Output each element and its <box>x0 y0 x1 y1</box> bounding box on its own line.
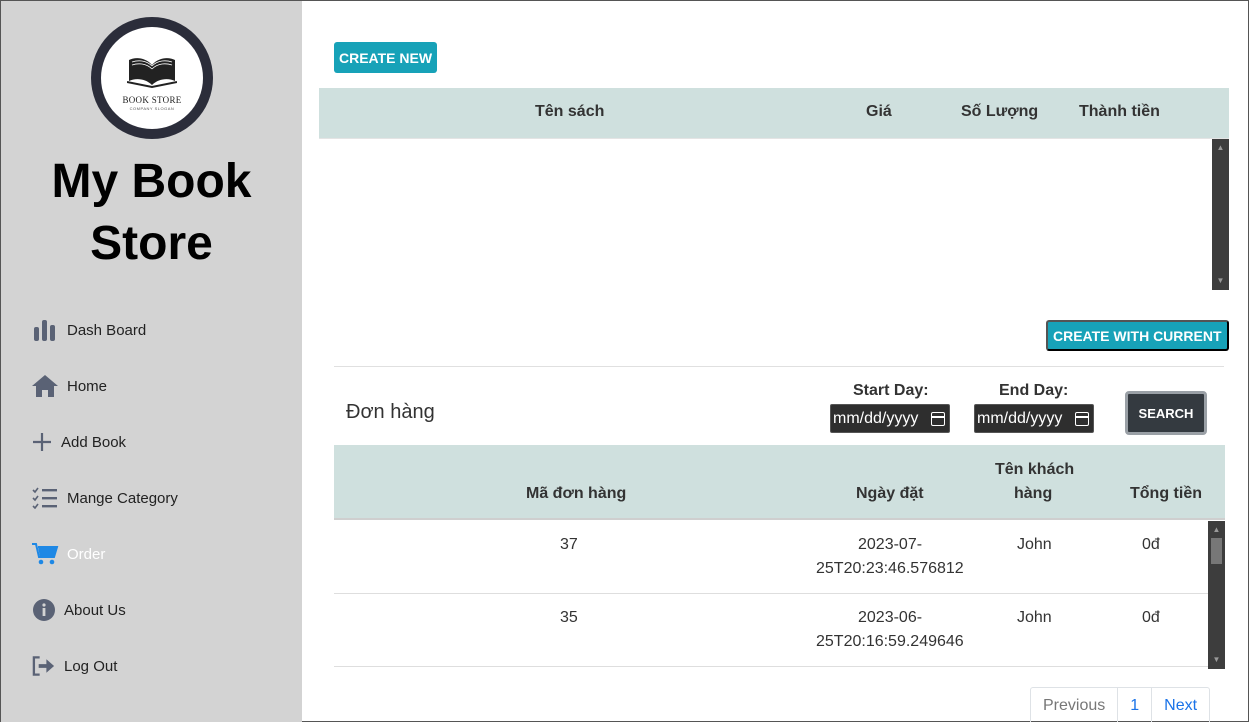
orders-title: Đơn hàng <box>346 401 435 423</box>
create-with-current-button[interactable]: CREATE WITH CURRENT <box>1046 320 1229 351</box>
table-row[interactable]: 35 2023-06- 25T20:16:59.249646 John 0đ <box>334 594 1208 667</box>
search-button[interactable]: SEARCH <box>1125 391 1207 435</box>
end-day-input[interactable]: mm/dd/yyyy <box>974 404 1094 433</box>
sidebar-item-about-us[interactable]: About Us <box>31 582 126 638</box>
column-header-order-date: Ngày đặt <box>856 485 924 502</box>
order-date-cell: 2023-06- <box>858 609 923 626</box>
order-id-cell: 37 <box>560 536 578 553</box>
column-header-customer: Tên khách <box>995 461 1075 478</box>
sidebar-item-home[interactable]: Home <box>31 358 107 414</box>
column-header-quantity: Số Lượng <box>961 103 1039 120</box>
total-cell: 0đ <box>1142 609 1160 626</box>
create-new-button[interactable]: CREATE NEW <box>334 42 438 73</box>
scrollbar-thumb[interactable] <box>1211 538 1222 564</box>
column-header-customer-line2: hàng <box>1014 485 1053 502</box>
order-date-cell-line2: 25T20:16:59.249646 <box>816 633 964 650</box>
start-day-label: Start Day: <box>853 382 929 399</box>
orders-scrollbar[interactable]: ▲ ▼ <box>1208 521 1225 669</box>
start-day-input[interactable]: mm/dd/yyyy <box>830 404 950 433</box>
sidebar-item-label: Mange Category <box>67 489 178 507</box>
calendar-icon[interactable] <box>1075 412 1089 426</box>
cart-icon <box>31 540 59 568</box>
column-header-book-name: Tên sách <box>535 103 605 120</box>
scroll-up-arrow-icon[interactable]: ▲ <box>1208 523 1225 537</box>
checklist-icon <box>31 484 59 512</box>
sidebar: BOOK STORE COMPANY SLOGAN My Book Store … <box>1 1 302 722</box>
order-date-cell-line2: 25T20:23:46.576812 <box>816 560 964 577</box>
sidebar-item-dashboard[interactable]: Dash Board <box>31 302 146 358</box>
order-id-cell: 35 <box>560 609 578 626</box>
cart-table-body: ▲ ▼ <box>319 138 1229 290</box>
end-day-value: mm/dd/yyyy <box>977 409 1063 427</box>
orders-table-body: 37 2023-07- 25T20:23:46.576812 John 0đ 3… <box>334 521 1225 669</box>
section-divider <box>334 366 1224 367</box>
home-icon <box>31 372 59 400</box>
table-row[interactable]: 37 2023-07- 25T20:23:46.576812 John 0đ <box>334 521 1208 594</box>
logo-subtext: COMPANY SLOGAN <box>129 106 175 111</box>
sidebar-item-log-out[interactable]: Log Out <box>31 638 117 694</box>
pagination: Previous 1 Next <box>1030 687 1211 722</box>
sidebar-item-label: Add Book <box>61 433 127 451</box>
pagination-previous[interactable]: Previous <box>1031 688 1117 722</box>
sidebar-item-order[interactable]: Order <box>31 526 105 582</box>
cart-scrollbar[interactable]: ▲ ▼ <box>1212 139 1229 290</box>
plus-icon <box>31 428 53 456</box>
scroll-down-arrow-icon[interactable]: ▼ <box>1212 274 1229 288</box>
bar-chart-icon <box>31 316 59 344</box>
sidebar-item-manage-category[interactable]: Mange Category <box>31 470 178 526</box>
logout-icon <box>31 652 56 680</box>
orders-table-header: Mã đơn hàng Ngày đặt Tên khách hàng Tổng… <box>334 445 1225 520</box>
sidebar-item-label: Order <box>67 545 106 563</box>
order-date-cell: 2023-07- <box>858 536 923 553</box>
sidebar-item-label: Dash Board <box>67 321 147 339</box>
total-cell: 0đ <box>1142 536 1160 553</box>
end-day-label: End Day: <box>999 382 1069 399</box>
pagination-next[interactable]: Next <box>1151 688 1209 722</box>
open-book-icon <box>127 58 177 89</box>
start-day-value: mm/dd/yyyy <box>833 409 919 427</box>
column-header-subtotal: Thành tiền <box>1079 103 1160 120</box>
column-header-price: Giá <box>866 103 892 120</box>
sidebar-item-label: Log Out <box>64 657 118 675</box>
store-name: My Book Store <box>51 155 252 270</box>
column-header-order-id: Mã đơn hàng <box>526 485 627 502</box>
customer-cell: John <box>1017 536 1052 553</box>
info-icon <box>31 596 56 624</box>
calendar-icon[interactable] <box>931 412 945 426</box>
column-header-total: Tổng tiền <box>1130 485 1202 502</box>
logo-badge: BOOK STORE COMPANY SLOGAN <box>101 27 203 129</box>
sidebar-item-add-book[interactable]: Add Book <box>31 414 126 470</box>
logo-text: BOOK STORE <box>122 95 182 105</box>
pagination-page-1[interactable]: 1 <box>1117 688 1151 722</box>
scroll-up-arrow-icon[interactable]: ▲ <box>1212 141 1229 155</box>
cart-table-header: Tên sách Giá Số Lượng Thành tiền <box>319 88 1229 138</box>
customer-cell: John <box>1017 609 1052 626</box>
scroll-down-arrow-icon[interactable]: ▼ <box>1208 653 1225 667</box>
sidebar-item-label: About Us <box>64 601 126 619</box>
sidebar-item-label: Home <box>67 377 108 395</box>
store-logo[interactable]: BOOK STORE COMPANY SLOGAN <box>91 17 213 139</box>
